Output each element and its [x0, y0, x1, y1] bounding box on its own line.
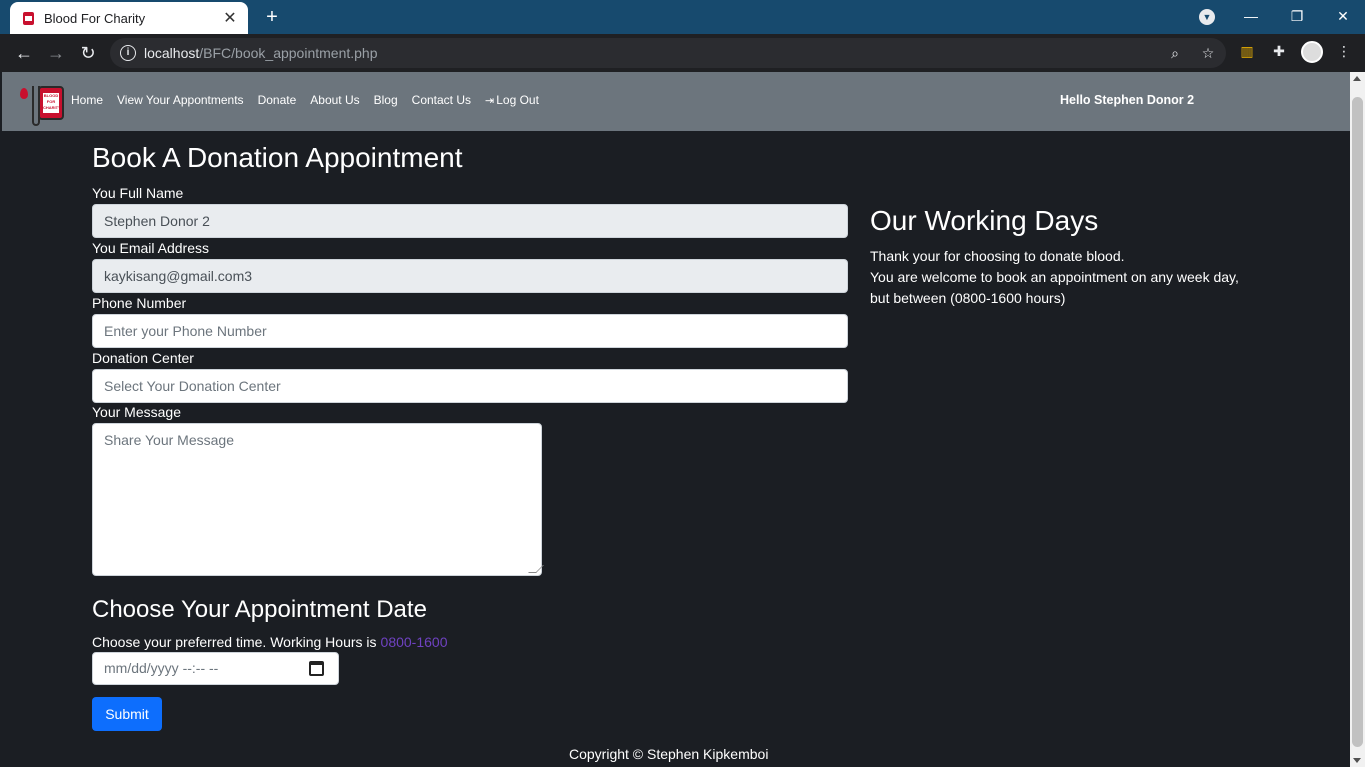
working-days-text: Thank your for choosing to donate blood.… — [870, 246, 1255, 309]
submit-button[interactable]: Submit — [92, 697, 162, 731]
url-text[interactable]: localhost/BFC/book_appointment.php — [144, 45, 378, 61]
working-days-title: Our Working Days — [870, 205, 1099, 236]
logout-icon: ⇥ — [485, 95, 495, 107]
nav-logout[interactable]: ⇥ Log Out — [485, 93, 539, 107]
page-title: Book A Donation Appointment — [92, 142, 463, 173]
browser-toolbar: ← → ↻ i localhost/BFC/book_appointment.p… — [0, 34, 1365, 72]
site-navbar: BLOOD FOR CHARITY Home View Your Appontm… — [2, 72, 1350, 131]
browser-tab-bar: Blood For Charity ✕ + ▼ — ❐ ✕ — [0, 0, 1365, 34]
working-hours-value: 0800-1600 — [380, 634, 448, 650]
nav-about-us[interactable]: About Us — [310, 93, 359, 107]
browser-tab[interactable]: Blood For Charity ✕ — [10, 2, 248, 34]
scroll-up-arrow-icon[interactable] — [1353, 76, 1361, 81]
hint-text: Choose your preferred time. Working Hour… — [92, 634, 377, 650]
extensions-puzzle-icon[interactable]: ✚ — [1269, 41, 1289, 61]
working-hours-hint: Choose your preferred time. Working Hour… — [92, 634, 447, 650]
site-logo[interactable]: BLOOD FOR CHARITY — [18, 78, 66, 128]
nav-view-appointments[interactable]: View Your Appontments — [117, 93, 244, 107]
nav-blog[interactable]: Blog — [374, 93, 398, 107]
nav-donate[interactable]: Donate — [258, 93, 297, 107]
scroll-down-arrow-icon[interactable] — [1353, 758, 1361, 763]
appointment-date-title: Choose Your Appointment Date — [92, 596, 427, 623]
bookmark-star-icon[interactable]: ☆ — [1198, 43, 1218, 63]
name-field[interactable]: Stephen Donor 2 — [92, 204, 848, 238]
phone-label: Phone Number — [92, 295, 187, 311]
new-tab-button[interactable]: + — [262, 6, 282, 28]
page-scrollbar[interactable] — [1350, 72, 1365, 767]
minimize-button[interactable]: — — [1236, 5, 1266, 27]
nav-home[interactable]: Home — [71, 93, 103, 107]
center-label: Donation Center — [92, 350, 194, 366]
tab-close-icon[interactable]: ✕ — [222, 8, 238, 28]
restore-button[interactable]: ❐ — [1282, 5, 1312, 27]
menu-kebab-icon[interactable]: ⋮ — [1334, 41, 1354, 61]
name-label: You Full Name — [92, 185, 184, 201]
nav-links: Home View Your Appontments Donate About … — [71, 93, 553, 107]
appointment-datetime-input[interactable]: mm/dd/yyyy --:-- -- — [92, 652, 339, 685]
nav-contact-us[interactable]: Contact Us — [412, 93, 471, 107]
phone-input[interactable]: Enter your Phone Number — [92, 314, 848, 348]
tab-search-icon[interactable]: ▼ — [1199, 9, 1215, 25]
footer-copyright: Copyright © Stephen Kipkemboi — [569, 746, 769, 762]
forward-arrow-icon[interactable]: → — [44, 41, 68, 65]
message-label: Your Message — [92, 404, 181, 420]
profile-avatar[interactable] — [1301, 41, 1323, 63]
datetime-placeholder: mm/dd/yyyy --:-- -- — [104, 660, 219, 676]
zoom-icon[interactable]: ⌕ — [1165, 43, 1185, 63]
extension-chart-icon[interactable]: ▥ — [1237, 41, 1257, 61]
info-icon[interactable]: i — [120, 45, 136, 61]
scroll-thumb[interactable] — [1352, 97, 1363, 747]
donation-center-select[interactable]: Select Your Donation Center — [92, 369, 848, 403]
tab-title: Blood For Charity — [44, 10, 146, 26]
email-label: You Email Address — [92, 240, 209, 256]
back-arrow-icon[interactable]: ← — [12, 41, 36, 65]
email-field[interactable]: kaykisang@gmail.com3 — [92, 259, 848, 293]
blood-bag-icon — [20, 10, 36, 26]
working-days-line2: You are welcome to book an appointment o… — [870, 269, 1239, 306]
close-window-button[interactable]: ✕ — [1328, 5, 1358, 27]
reload-icon[interactable]: ↻ — [76, 41, 100, 65]
address-bar[interactable]: i localhost/BFC/book_appointment.php ⌕ ☆ — [110, 38, 1226, 68]
message-textarea[interactable]: Share Your Message — [92, 423, 542, 576]
working-days-line1: Thank your for choosing to donate blood. — [870, 248, 1125, 264]
user-greeting: Hello Stephen Donor 2 — [1060, 93, 1195, 107]
calendar-icon[interactable] — [309, 661, 324, 676]
logout-label: Log Out — [496, 93, 539, 107]
